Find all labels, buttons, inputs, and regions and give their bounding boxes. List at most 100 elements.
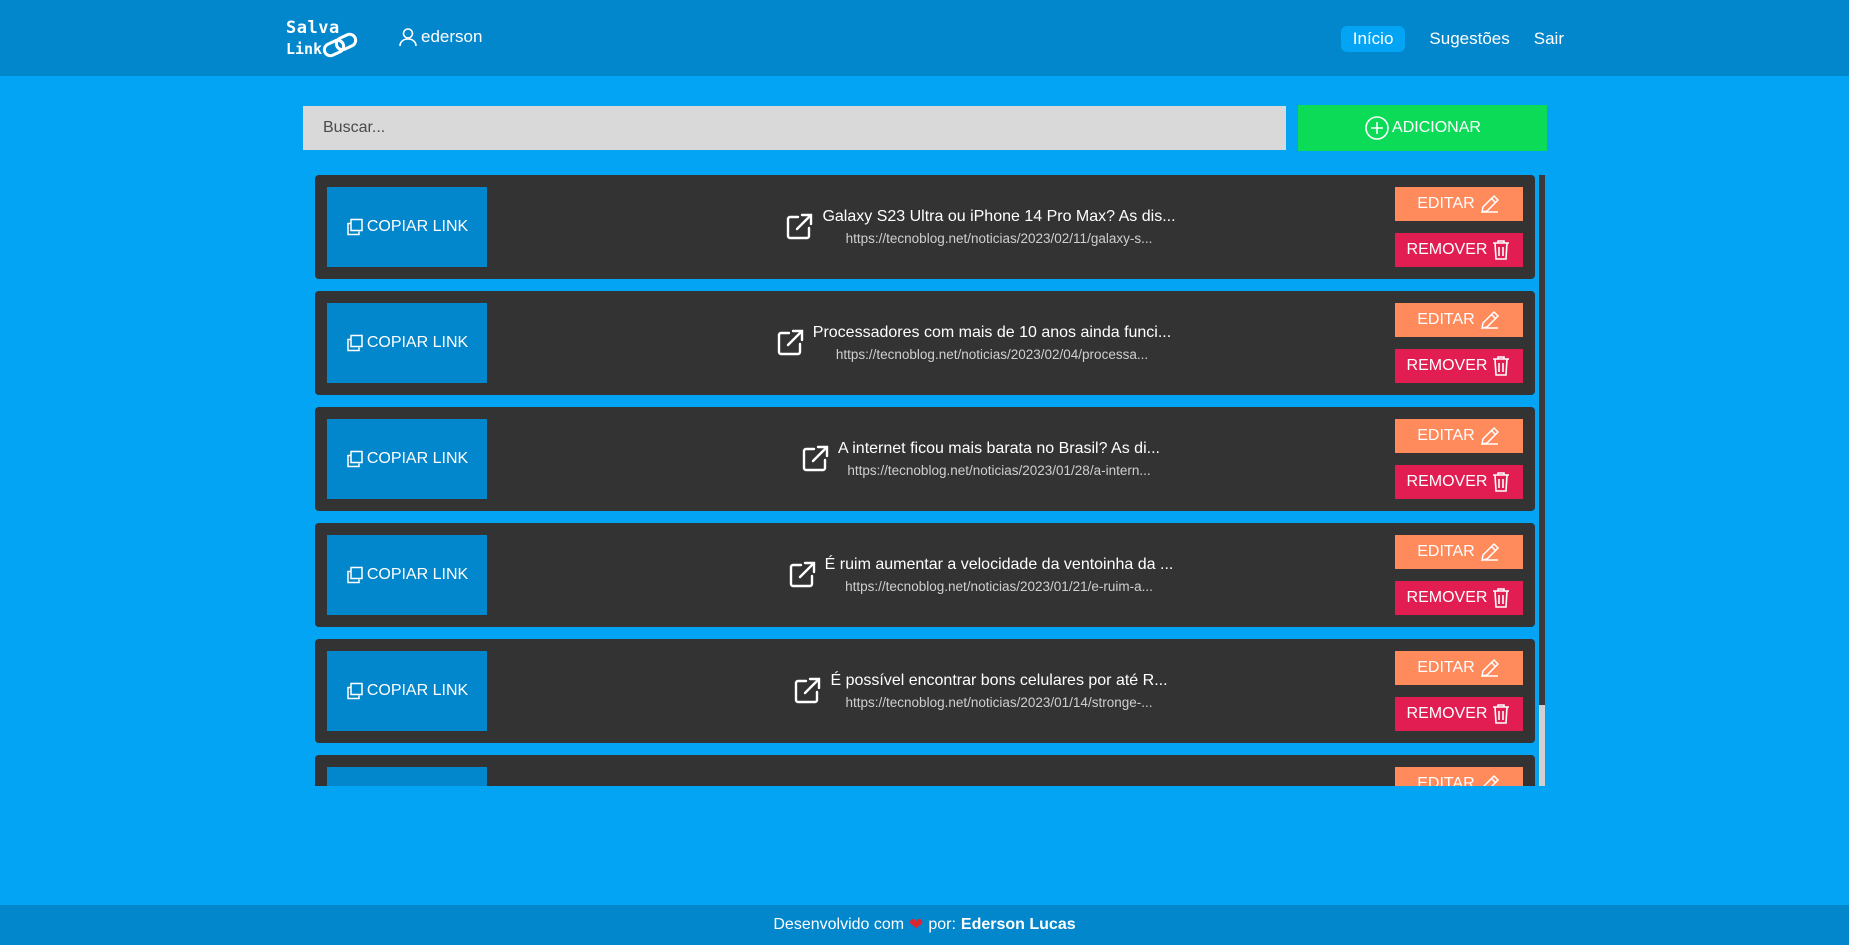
add-link-button[interactable]: ADICIONAR (1298, 105, 1547, 151)
logo-line2: Link (286, 40, 323, 58)
copy-link-label: COPIAR LINK (366, 218, 469, 235)
trash-icon (1493, 472, 1510, 492)
remove-button[interactable]: REMOVER (1395, 465, 1523, 499)
nav-sair[interactable]: Sair (1534, 26, 1564, 52)
copy-icon (347, 682, 363, 700)
remove-button[interactable]: REMOVER (1395, 349, 1523, 383)
edit-button[interactable]: EDITAR (1395, 187, 1523, 221)
edit-button[interactable]: EDITAR (1395, 651, 1523, 685)
edit-label: EDITAR (1417, 543, 1475, 560)
copy-link-button[interactable]: COPIAR LINK (327, 303, 487, 383)
remove-label: REMOVER (1406, 357, 1488, 374)
link-info[interactable]: É possível encontrar bons celulares por … (735, 669, 1225, 713)
trash-icon (1493, 240, 1510, 260)
pencil-icon (1480, 542, 1499, 561)
trash-icon (1493, 356, 1510, 376)
salva-link-logo[interactable]: Salva Link (286, 18, 358, 60)
nav-inicio[interactable]: Início (1340, 26, 1406, 52)
link-title[interactable]: A internet ficou mais barata no Brasil? … (838, 440, 1160, 458)
link-card: COPIAR LINKEDITARREMOVER (315, 755, 1535, 786)
pencil-icon (1480, 658, 1499, 677)
plus-circle-icon (1365, 116, 1389, 140)
link-card: COPIAR LINK É ruim aumentar a velocidade … (315, 523, 1535, 627)
external-link-icon (787, 213, 813, 240)
footer-prefix: Desenvolvido com (773, 916, 905, 933)
link-url[interactable]: https://tecnoblog.net/noticias/2023/01/2… (825, 579, 1174, 594)
link-title[interactable]: Galaxy S23 Ultra ou iPhone 14 Pro Max? A… (822, 208, 1175, 226)
edit-button[interactable]: EDITAR (1395, 535, 1523, 569)
link-info[interactable]: É ruim aumentar a velocidade da ventoinh… (735, 553, 1225, 597)
link-card: COPIAR LINK Processadores com mais de 10 … (315, 291, 1535, 395)
link-info[interactable]: Galaxy S23 Ultra ou iPhone 14 Pro Max? A… (735, 205, 1225, 249)
link-url[interactable]: https://tecnoblog.net/noticias/2023/01/2… (838, 463, 1160, 478)
remove-button[interactable]: REMOVER (1395, 581, 1523, 615)
remove-label: REMOVER (1406, 705, 1488, 722)
remove-label: REMOVER (1406, 473, 1488, 490)
link-title[interactable]: É ruim aumentar a velocidade da ventoinh… (825, 556, 1174, 574)
remove-label: REMOVER (1406, 589, 1488, 606)
list-scrollbar[interactable] (1539, 175, 1545, 786)
link-info[interactable] (735, 785, 1225, 786)
link-title[interactable]: É possível encontrar bons celulares por … (830, 672, 1167, 690)
edit-label: EDITAR (1417, 659, 1475, 676)
pencil-icon (1482, 774, 1499, 786)
link-card: COPIAR LINK É possível encontrar bons cel… (315, 639, 1535, 743)
copy-link-button[interactable]: COPIAR LINK (327, 651, 487, 731)
footer-author: Ederson Lucas (960, 916, 1076, 933)
copy-link-label: COPIAR LINK (366, 334, 469, 351)
copy-icon (347, 450, 363, 468)
link-text: A internet ficou mais barata no Brasil? … (838, 440, 1160, 478)
link-info[interactable]: Processadores com mais de 10 anos ainda … (728, 321, 1218, 365)
link-url[interactable]: https://tecnoblog.net/noticias/2023/01/1… (830, 695, 1167, 710)
add-button-label: ADICIONAR (1392, 119, 1481, 136)
pencil-icon (1480, 194, 1499, 213)
link-title[interactable]: Processadores com mais de 10 anos ainda … (813, 324, 1171, 342)
external-link-icon (777, 329, 803, 356)
external-link-icon (802, 445, 829, 472)
copy-link-button[interactable]: COPIAR LINK (327, 419, 487, 499)
edit-label: EDITAR (1417, 311, 1475, 328)
nav-menu: Início Sugestões Sair (1317, 26, 1564, 52)
copy-link-label: COPIAR LINK (366, 566, 469, 583)
external-link-icon (789, 561, 815, 588)
link-text: Processadores com mais de 10 anos ainda … (813, 324, 1171, 362)
edit-button[interactable]: EDITAR (1395, 767, 1523, 786)
search-input[interactable] (303, 106, 1286, 150)
remove-label: REMOVER (1406, 241, 1488, 258)
footer-middle: por: (928, 916, 956, 933)
trash-icon (1493, 704, 1510, 724)
copy-link-label: COPIAR LINK (366, 682, 469, 699)
chain-link-icon (322, 32, 358, 58)
username: ederson (421, 27, 483, 46)
heart-icon: ❤ (909, 915, 924, 934)
link-url[interactable]: https://tecnoblog.net/noticias/2023/02/1… (822, 231, 1175, 246)
copy-link-button[interactable]: COPIAR LINK (327, 767, 487, 786)
copy-icon (347, 218, 363, 236)
trash-icon (1493, 588, 1510, 608)
remove-button[interactable]: REMOVER (1395, 697, 1523, 731)
remove-button[interactable]: REMOVER (1395, 233, 1523, 267)
edit-label: EDITAR (1417, 775, 1475, 786)
edit-button[interactable]: EDITAR (1395, 303, 1523, 337)
pencil-icon (1480, 310, 1499, 329)
copy-link-button[interactable]: COPIAR LINK (327, 187, 487, 267)
top-navbar: Salva Link ederson Início Sugestões Sair (0, 0, 1849, 76)
external-link-icon (795, 677, 821, 704)
link-info[interactable]: A internet ficou mais barata no Brasil? … (735, 437, 1225, 481)
edit-label: EDITAR (1417, 427, 1475, 444)
edit-label: EDITAR (1417, 195, 1475, 212)
pencil-icon (1480, 426, 1499, 445)
edit-button[interactable]: EDITAR (1395, 419, 1523, 453)
user-info: ederson (398, 27, 482, 47)
user-icon (399, 28, 417, 47)
copy-link-label: COPIAR LINK (366, 450, 469, 467)
copy-link-button[interactable]: COPIAR LINK (327, 535, 487, 615)
footer: Desenvolvido com ❤ por: Ederson Lucas (0, 905, 1849, 945)
link-card: COPIAR LINK Galaxy S23 Ultra ou iPhone 14… (315, 175, 1535, 279)
copy-icon (347, 334, 363, 352)
link-text: É ruim aumentar a velocidade da ventoinh… (825, 556, 1174, 594)
nav-sugestoes[interactable]: Sugestões (1429, 26, 1509, 52)
links-list[interactable]: COPIAR LINK Galaxy S23 Ultra ou iPhone 14… (315, 175, 1547, 786)
link-url[interactable]: https://tecnoblog.net/noticias/2023/02/0… (813, 347, 1171, 362)
scrollbar-thumb[interactable] (1539, 175, 1545, 705)
